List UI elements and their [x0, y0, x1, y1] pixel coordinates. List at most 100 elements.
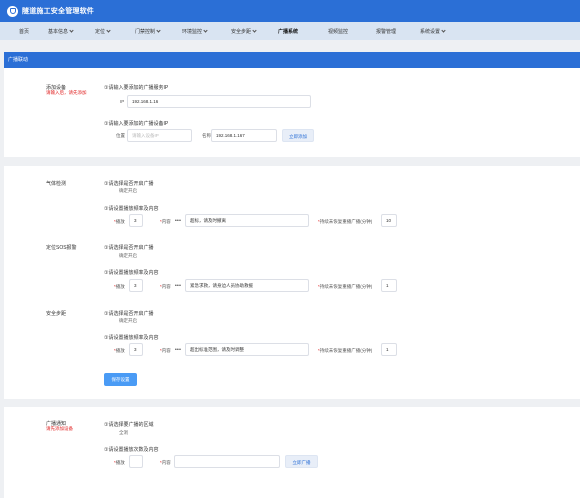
device-ip-input[interactable]: 192.168.1.167	[211, 129, 277, 142]
chevron-down-icon	[203, 28, 208, 33]
save-settings-button[interactable]: 保存设置	[104, 373, 137, 386]
section-gas-duration-label: *持续未恢复重播广播(分钟)	[318, 219, 373, 224]
duration-label-text: 持续未恢复重播广播(分钟)	[319, 348, 373, 353]
nav-label: 首页	[19, 29, 30, 35]
section-distance-content-input[interactable]: 超出标准范围，请及时调整	[185, 343, 309, 356]
section-gas-content-input[interactable]: 超标，请及时撤离	[185, 214, 309, 227]
app-header: 隧道施工安全管理软件	[0, 0, 580, 22]
nav-item-location[interactable]: 定位	[93, 28, 112, 35]
location-placeholder: 请输入设备IP	[132, 133, 159, 138]
device-ip-value: 192.168.1.167	[216, 133, 245, 138]
device-ip-question: ①请输入要添加的广播设备IP	[104, 121, 169, 127]
nav-item-video[interactable]: 视频监控	[326, 28, 350, 35]
broadcast-area-question: ①请选择要广播的区域	[104, 422, 154, 428]
chevron-down-icon	[69, 28, 74, 33]
broadcast-content-input[interactable]	[174, 455, 280, 468]
content-value: 超出标准范围，请及时调整	[190, 347, 244, 352]
section-gas-times-input[interactable]: 3	[129, 214, 143, 227]
times-label-text: 播放	[115, 219, 125, 224]
section-sos-label: 定位SOS报警	[46, 245, 77, 251]
section-distance-settings-question: ①请设置播放频率及内容	[104, 335, 159, 341]
nav-label: 安全步距	[231, 29, 252, 35]
duration-label-text: 持续未恢复重播广播(分钟)	[319, 284, 373, 289]
chevron-down-icon	[441, 28, 446, 33]
section-sos-content-label: *内容	[160, 284, 171, 289]
more-icon: •••	[175, 218, 182, 224]
content-value: 超标，请及时撤离	[190, 218, 226, 223]
nav-label: 报警管理	[376, 29, 397, 35]
duration-label-text: 持续未恢复重播广播(分钟)	[319, 219, 373, 224]
duration-value: 10	[386, 218, 392, 223]
nav-item-basic-info[interactable]: 基本信息	[46, 28, 75, 35]
nav-item-access-control[interactable]: 门禁控制	[133, 28, 162, 35]
nav-label: 门禁控制	[135, 29, 156, 35]
section-sos-enable-value[interactable]: 确定开启	[119, 253, 137, 259]
nav-item-alarm[interactable]: 报警管理	[374, 28, 398, 35]
broadcast-area-value[interactable]: 全洞	[119, 430, 128, 436]
section-gas-enable-value[interactable]: 确定开启	[119, 188, 137, 194]
nav-item-home[interactable]: 首页	[17, 28, 31, 35]
times-value: 3	[134, 218, 137, 223]
section-distance-enable-question: ①请选择是否开启广播	[104, 311, 154, 317]
main-nav: 首页 基本信息 定位 门禁控制 环境监控 安全步距 广播系统 视频监控 报警管理…	[0, 22, 580, 40]
more-icon: •••	[175, 347, 182, 353]
times-label-text: 播放	[115, 460, 125, 465]
section-sos-duration-label: *持续未恢复重播广播(分钟)	[318, 284, 373, 289]
server-ip-value: 192.168.1.16	[132, 99, 159, 104]
times-label-text: 播放	[115, 284, 125, 289]
times-value: 3	[134, 283, 137, 288]
section-sos-enable-question: ①请选择是否开启广播	[104, 245, 154, 251]
nav-label: 视频监控	[328, 29, 349, 35]
section-sos-times-label: *播放	[114, 284, 125, 289]
server-ip-input[interactable]: 192.168.1.16	[127, 95, 311, 108]
broadcast-content-label: *内容	[160, 460, 171, 465]
section-gas-content-label: *内容	[160, 219, 171, 224]
app-logo-icon	[7, 5, 18, 17]
nav-label: 定位	[95, 29, 106, 35]
add-device-button[interactable]: 立即添加	[282, 129, 314, 142]
location-label: 位置	[116, 133, 125, 138]
chevron-down-icon	[156, 28, 161, 33]
section-sos-content-input[interactable]: 紧急求救，请身边人员协助救援	[185, 279, 309, 292]
content-label-text: 内容	[161, 219, 171, 224]
times-value: 3	[134, 347, 137, 352]
duration-value: 1	[386, 283, 389, 288]
section-distance-enable-value[interactable]: 确定开启	[119, 318, 137, 324]
nav-item-safe-distance[interactable]: 安全步距	[229, 28, 258, 35]
nav-label: 系统设置	[420, 29, 441, 35]
section-distance-duration-input[interactable]: 1	[381, 343, 397, 356]
more-icon: •••	[175, 283, 182, 289]
location-input[interactable]: 请输入设备IP	[127, 129, 192, 142]
broadcast-settings-question: ①请设置播放次数及内容	[104, 447, 159, 453]
section-distance-duration-label: *持续未恢复重播广播(分钟)	[318, 348, 373, 353]
panel-header: 广播联动	[4, 52, 580, 68]
chevron-down-icon	[106, 28, 111, 33]
content-label-text: 内容	[161, 460, 171, 465]
broadcast-times-input[interactable]	[129, 455, 143, 468]
server-ip-label: IP	[120, 99, 125, 104]
content-label-text: 内容	[161, 284, 171, 289]
nav-label: 基本信息	[48, 29, 69, 35]
app-title: 隧道施工安全管理软件	[22, 8, 94, 15]
times-label-text: 播放	[115, 348, 125, 353]
section-distance-content-label: *内容	[160, 348, 171, 353]
nav-item-environment[interactable]: 环境监控	[180, 28, 209, 35]
section-gas-enable-question: ①请选择是否开启广播	[104, 181, 154, 187]
panel-title: 广播联动	[8, 57, 29, 63]
section-distance-times-label: *播放	[114, 348, 125, 353]
section-sos-duration-input[interactable]: 1	[381, 279, 397, 292]
section-gas-settings-question: ①请设置播放频率及内容	[104, 206, 159, 212]
duration-value: 1	[386, 347, 389, 352]
nav-item-broadcast[interactable]: 广播系统	[276, 28, 300, 35]
nav-item-settings[interactable]: 系统设置	[418, 28, 447, 35]
section-sos-times-input[interactable]: 3	[129, 279, 143, 292]
add-device-card	[4, 68, 580, 157]
nav-label: 环境监控	[182, 29, 203, 35]
section-distance-times-input[interactable]: 3	[129, 343, 143, 356]
section-gas-duration-input[interactable]: 10	[381, 214, 397, 227]
broadcast-now-button[interactable]: 立即广播	[285, 455, 318, 468]
content-value: 紧急求救，请身边人员协助救援	[190, 283, 253, 288]
server-ip-question: ①请输入要添加的广播服务IP	[104, 85, 169, 91]
add-device-hint: 请输入后，请先添加	[46, 90, 87, 95]
section-sos-settings-question: ①请设置播放频率及内容	[104, 270, 159, 276]
